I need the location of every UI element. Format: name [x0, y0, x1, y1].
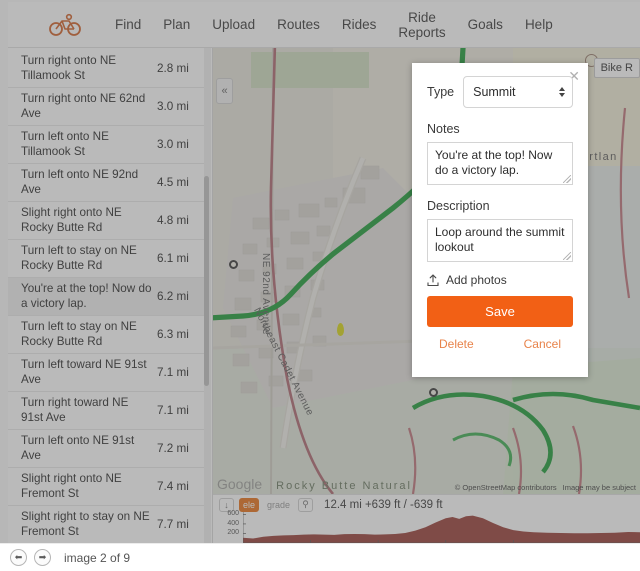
save-button[interactable]: Save [427, 296, 573, 327]
cue-sheet-sidebar: Turn right onto NE Tillamook St 2.8 mi Tur… [8, 48, 213, 543]
cue-distance: 7.4 mi [157, 480, 189, 493]
elevation-y-tick: 400 [227, 519, 239, 527]
cue-instruction: You're at the top! Now do a victory lap. [21, 282, 152, 310]
cue-row[interactable]: Turn left to stay on NE Rocky Butte Rd 6.… [8, 240, 205, 278]
nav-item-routes[interactable]: Routes [266, 17, 331, 32]
cue-distance: 4.5 mi [157, 176, 189, 189]
type-select[interactable]: Summit [463, 76, 573, 108]
cyclist-icon[interactable] [48, 11, 82, 39]
cue-row[interactable]: Slight right onto NE Fremont St 7.4 mi [8, 468, 205, 506]
cue-distance: 3.0 mi [157, 138, 189, 151]
cue-instruction: Turn left onto NE 91st Ave [21, 434, 135, 462]
elevation-area [243, 515, 640, 543]
cue-row[interactable]: Turn right onto NE 62nd Ave 3.0 mi [8, 88, 205, 126]
description-label: Description [427, 199, 490, 213]
waypoint-edit-modal: ✕ Type Summit Notes You're at the top! N… [412, 63, 588, 377]
download-icon[interactable]: ↓ [219, 497, 234, 512]
cue-instruction: Turn right toward NE 91st Ave [21, 396, 129, 424]
nav-item-rides[interactable]: Rides [331, 17, 388, 32]
cue-row[interactable]: Turn left onto NE 92nd Ave 4.5 mi [8, 164, 205, 202]
cue-distance: 3.0 mi [157, 100, 189, 113]
grade-toggle-button[interactable]: grade [264, 498, 293, 512]
cue-instruction: Slight right onto NE Rocky Butte Rd [21, 206, 122, 234]
type-label: Type [427, 85, 455, 99]
nav-item-plan[interactable]: Plan [152, 17, 201, 32]
notes-label: Notes [427, 122, 460, 136]
bike-layer-chip[interactable]: Bike R [593, 58, 640, 78]
elevation-stat: 12.4 mi +639 ft / -639 ft [324, 498, 443, 511]
magnifier-icon[interactable]: ⚲ [298, 497, 314, 512]
cue-row[interactable]: Turn right toward NE 91st Ave 7.1 mi [8, 392, 205, 430]
image-counter: image 2 of 9 [64, 550, 131, 565]
cue-row[interactable]: Turn right onto NE Tillamook St 2.8 mi [8, 50, 205, 88]
cue-distance: 7.1 mi [157, 404, 189, 417]
image-notice: Image may be subject [562, 483, 636, 492]
cue-distance: 2.8 mi [157, 62, 189, 75]
osm-attribution: © OpenStreetMap contributors [454, 483, 557, 492]
cue-row[interactable]: Slight right to stay on NE Fremont St 7.7… [8, 506, 205, 543]
type-field-row: Type Summit [427, 76, 573, 108]
cue-distance: 4.8 mi [157, 214, 189, 227]
app-root: Find Plan Upload Routes Rides Ride Repor… [0, 0, 640, 571]
cue-row[interactable]: Turn left onto NE 91st Ave 7.2 mi [8, 430, 205, 468]
nav-item-goals[interactable]: Goals [457, 17, 514, 32]
elevation-chart[interactable]: 200400600 ele (ft) 2468 distance in mile… [217, 510, 640, 543]
cue-distance: 7.1 mi [157, 366, 189, 379]
cue-instruction: Turn left onto NE Tillamook St [21, 130, 109, 158]
route-node-marker [229, 260, 238, 269]
top-navigation: Find Plan Upload Routes Rides Ride Repor… [8, 2, 640, 48]
map-label-park: Rocky Butte Natural [276, 480, 412, 492]
notes-textarea[interactable]: You're at the top! Now do a victory lap. [427, 142, 573, 185]
elevation-y-tick: 600 [227, 510, 239, 518]
cue-sheet-list[interactable]: Turn right onto NE Tillamook St 2.8 mi Tur… [8, 50, 205, 543]
elevation-panel: ↓ ele grade ⚲ 12.4 mi +639 ft / -639 ft … [213, 494, 640, 543]
cue-distance: 7.2 mi [157, 442, 189, 455]
cue-distance: 7.7 mi [157, 518, 189, 531]
cue-distance: 6.1 mi [157, 252, 189, 265]
map-collapse-button[interactable]: « [216, 78, 233, 104]
delete-button[interactable]: Delete [439, 337, 474, 351]
nav-item-help[interactable]: Help [514, 17, 564, 32]
description-textarea[interactable]: Loop around the summit lookout [427, 219, 573, 262]
arrow-right-icon[interactable]: ➡ [34, 549, 51, 566]
cue-distance: 6.2 mi [157, 290, 189, 303]
cue-instruction: Turn left onto NE 92nd Ave [21, 168, 139, 196]
type-select-value: Summit [473, 85, 516, 99]
nav-item-find[interactable]: Find [104, 17, 152, 32]
cue-row[interactable]: Turn left to stay on NE Rocky Butte Rd 6.… [8, 316, 205, 354]
add-photos-label: Add photos [446, 273, 507, 287]
ele-toggle-button[interactable]: ele [239, 497, 260, 512]
sidebar-scrollbar-thumb[interactable] [204, 176, 209, 386]
image-navigation-footer: ⬅ ➡ image 2 of 9 [0, 543, 640, 571]
elevation-y-tick: 200 [227, 529, 239, 537]
map-attribution: Google Rocky Butte Natural © OpenStreetM… [213, 476, 640, 492]
google-logo: Google [217, 476, 263, 492]
cue-row[interactable]: Turn left toward NE 91st Ave 7.1 mi [8, 354, 205, 392]
sidebar-scrollbar-track[interactable] [204, 48, 211, 543]
cue-instruction: Turn right onto NE Tillamook St [21, 54, 117, 82]
nav-item-upload[interactable]: Upload [201, 17, 266, 32]
add-photos-button[interactable]: Add photos [427, 273, 573, 287]
stepper-arrows-icon[interactable] [559, 87, 565, 97]
cue-distance: 6.3 mi [157, 328, 189, 341]
elevation-plot [243, 512, 640, 543]
route-node-marker [429, 388, 438, 397]
nav-item-ride-reports[interactable]: Ride Reports [387, 10, 456, 40]
elevation-toolbar: ↓ ele grade ⚲ 12.4 mi +639 ft / -639 ft [213, 495, 640, 512]
cue-instruction: Turn left toward NE 91st Ave [21, 358, 147, 386]
cue-instruction: Turn left to stay on NE Rocky Butte Rd [21, 320, 137, 348]
cue-row-selected[interactable]: You're at the top! Now do a victory lap.… [8, 278, 205, 316]
cue-row[interactable]: Turn left onto NE Tillamook St 3.0 mi [8, 126, 205, 164]
cancel-button[interactable]: Cancel [524, 337, 561, 351]
cue-instruction: Slight right onto NE Fremont St [21, 472, 122, 500]
upload-icon [427, 273, 439, 286]
summit-poi-marker[interactable] [337, 323, 344, 336]
modal-action-links: Delete Cancel [427, 327, 573, 351]
cue-instruction: Turn left to stay on NE Rocky Butte Rd [21, 244, 137, 272]
cue-instruction: Turn right onto NE 62nd Ave [21, 92, 146, 120]
cue-instruction: Slight right to stay on NE Fremont St [21, 510, 150, 538]
cue-row[interactable]: Slight right onto NE Rocky Butte Rd 4.8 m… [8, 202, 205, 240]
arrow-left-icon[interactable]: ⬅ [10, 549, 27, 566]
